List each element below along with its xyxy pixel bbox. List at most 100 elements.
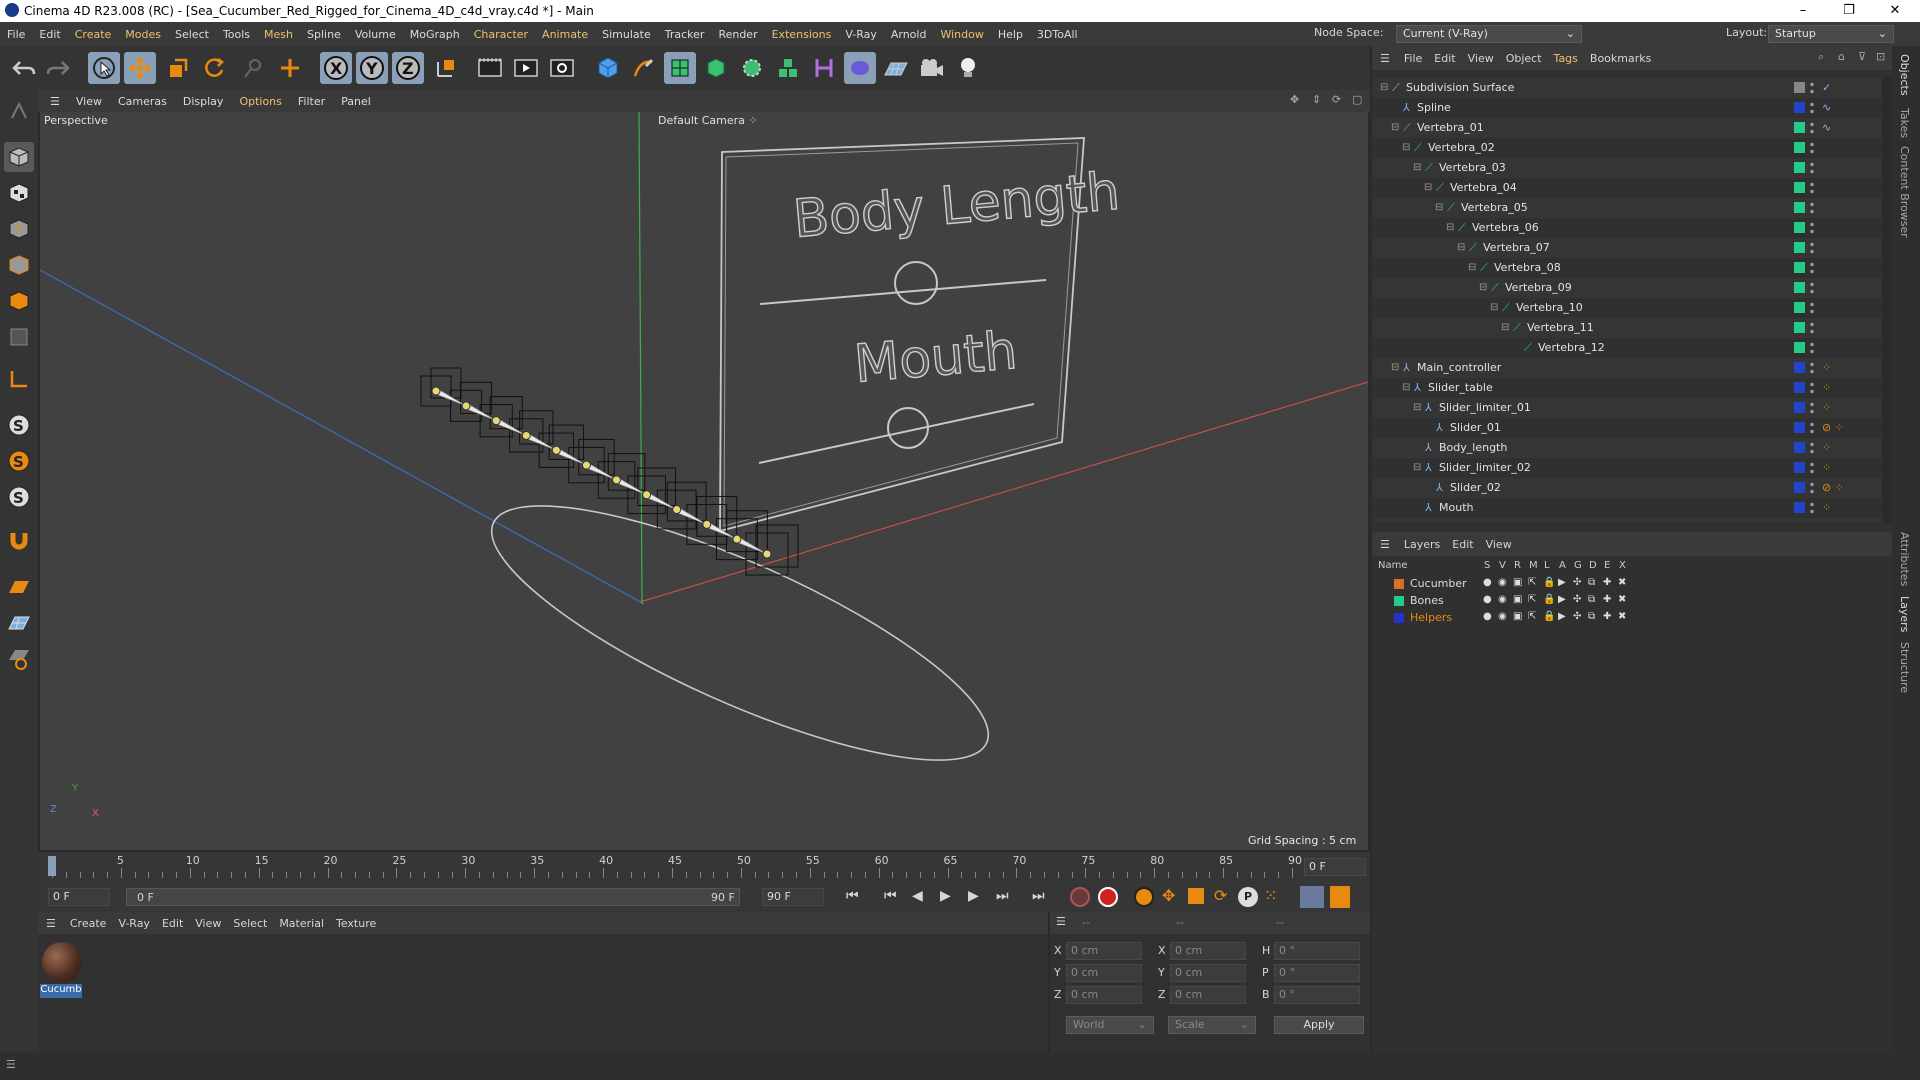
object-row[interactable]: ⊟ ⟋ Vertebra_09 [1372,278,1882,298]
visibility-dots[interactable] [1810,181,1814,195]
layer-toggle-icon[interactable]: ▣ [1513,594,1522,605]
mograph-icon[interactable] [772,52,804,84]
object-row[interactable]: ⊟ ⟋ Vertebra_04 [1372,178,1882,198]
y-axis-lock-icon[interactable]: Y [356,52,388,84]
layer-toggle-icon[interactable]: 🔒 [1543,611,1555,622]
quantize-icon[interactable]: S [4,482,34,512]
hamburger-icon[interactable]: ☰ [1372,538,1398,551]
layer-menu-edit[interactable]: Edit [1446,538,1479,551]
tree-expand-icon[interactable]: ⊟ [1490,298,1498,318]
coord-rotation-field[interactable]: 0 ° [1274,964,1360,982]
controller-tag-icon[interactable]: ⁘ [1822,378,1831,398]
controller-tag-icon[interactable]: ⊘ ⁘ [1822,418,1844,438]
menu-extensions[interactable]: Extensions [765,28,839,41]
object-row[interactable]: ⊟ ⟋ Subdivision Surface ✓ [1372,78,1882,98]
tab-attributes[interactable]: Attributes [1898,532,1911,586]
layer-toggle-icon[interactable]: ◉ [1498,611,1507,622]
sketch-icon[interactable] [844,52,876,84]
object-row[interactable]: ⊟ ⅄ Main_controller ⁘ [1372,358,1882,378]
dynamic-grid-icon[interactable] [4,644,34,674]
tree-expand-icon[interactable]: ⊟ [1446,218,1454,238]
object-row[interactable]: ⊟ ⟋ Vertebra_01 ∿ [1372,118,1882,138]
select-tool-icon[interactable] [88,52,120,84]
layer-toggle-icon[interactable]: ✣ [1573,577,1581,588]
hamburger-icon[interactable]: ☰ [38,917,64,930]
tab-layers[interactable]: Layers [1898,596,1911,632]
viewport-menu-filter[interactable]: Filter [290,95,333,108]
layer-toggle-icon[interactable]: 🔒 [1543,577,1555,588]
next-key-icon[interactable]: ⏭ [996,888,1009,904]
coord-rotation-field[interactable]: 0 ° [1274,986,1360,1004]
visibility-dots[interactable] [1810,481,1814,495]
menu-spline[interactable]: Spline [300,28,348,41]
subdivision-surface-icon[interactable] [664,52,696,84]
axis-mode-icon[interactable] [4,364,34,394]
layer-toggle-icon[interactable]: ✚ [1603,577,1611,588]
tree-expand-icon[interactable]: ⊟ [1413,458,1421,478]
visibility-dots[interactable] [1810,101,1814,115]
layer-toggle-icon[interactable]: ✚ [1603,611,1611,622]
menu-simulate[interactable]: Simulate [595,28,658,41]
visibility-dots[interactable] [1810,121,1814,135]
layer-toggle-icon[interactable]: ⧉ [1588,611,1595,622]
layer-toggle-icon[interactable]: ✖ [1618,594,1626,605]
object-row[interactable]: ⊟ ⅄ Slider_table ⁘ [1372,378,1882,398]
visibility-dots[interactable] [1810,521,1814,522]
menu-vray[interactable]: V-Ray [838,28,884,41]
record-icon[interactable] [1070,887,1090,907]
menu-animate[interactable]: Animate [535,28,595,41]
camera-label[interactable]: Default Camera ⁘ [658,114,758,127]
coordinate-space-dropdown[interactable]: World ⌄ [1066,1016,1154,1034]
object-list-scrollbar[interactable] [1882,78,1892,522]
layer-toggle-icon[interactable]: ✣ [1573,611,1581,622]
key-pla-icon[interactable]: ⁙ [1264,886,1277,905]
extrude-icon[interactable] [700,52,732,84]
tree-expand-icon[interactable]: ⊟ [1435,198,1443,218]
object-row[interactable]: ⟋ Vertebra_12 [1372,338,1882,358]
polygon-mode-icon[interactable] [4,286,34,316]
tree-expand-icon[interactable]: ⊟ [1479,278,1487,298]
layer-name[interactable]: Helpers [1410,611,1452,624]
apply-button[interactable]: Apply [1274,1016,1364,1034]
hamburger-icon[interactable]: ☰ [1372,52,1398,65]
visibility-dots[interactable] [1810,341,1814,355]
visibility-dots[interactable] [1810,401,1814,415]
magnet-icon[interactable] [4,526,34,556]
coord-size-field[interactable]: 0 cm [1170,986,1246,1004]
search-icon[interactable]: ⌕ [1818,50,1824,64]
motion-system-icon[interactable] [1300,886,1324,908]
tree-expand-icon[interactable]: ⊟ [1402,378,1410,398]
menu-modes[interactable]: Modes [118,28,168,41]
camera-icon[interactable] [916,52,948,84]
go-to-end-icon[interactable]: ⏭ [1032,888,1045,904]
uv-mode-icon[interactable] [4,322,34,352]
visibility-dots[interactable] [1810,201,1814,215]
zoom-icon[interactable]: ⇕ [1312,93,1321,106]
visibility-dots[interactable] [1810,221,1814,235]
x-axis-lock-icon[interactable]: X [320,52,352,84]
key-parameter-icon[interactable]: P [1238,887,1258,907]
tree-expand-icon[interactable]: ⊟ [1391,118,1399,138]
object-menu-object[interactable]: Object [1500,52,1548,65]
tab-objects[interactable]: Objects [1898,54,1911,96]
layer-toggle-icon[interactable]: ▶ [1558,577,1566,588]
tree-expand-icon[interactable]: ⊟ [1391,518,1399,522]
layer-toggle-icon[interactable]: ▶ [1558,594,1566,605]
key-position-icon[interactable]: ✥ [1162,886,1175,905]
viewport-menu-display[interactable]: Display [175,95,232,108]
timeline-ruler[interactable]: 051015202530354045505560657075808590 0 F [38,852,1370,882]
orbit-icon[interactable]: ⟳ [1332,93,1341,106]
layer-toggle-icon[interactable]: ⇱ [1528,611,1536,622]
playhead-marker[interactable] [48,856,56,876]
layer-menu-view[interactable]: View [1480,538,1518,551]
previous-key-icon[interactable]: ⏮ [884,888,897,904]
go-to-start-icon[interactable]: ⏮ [846,888,859,904]
tree-expand-icon[interactable]: ⊟ [1468,258,1476,278]
workplane-icon[interactable] [4,572,34,602]
layer-toggle-icon[interactable]: ✖ [1618,577,1626,588]
tree-expand-icon[interactable]: ⊟ [1391,358,1399,378]
deformer-icon[interactable] [808,52,840,84]
menu-mograph[interactable]: MoGraph [403,28,467,41]
object-row[interactable]: ⅄ Body_length ⁘ [1372,438,1882,458]
light-icon[interactable] [952,52,984,84]
